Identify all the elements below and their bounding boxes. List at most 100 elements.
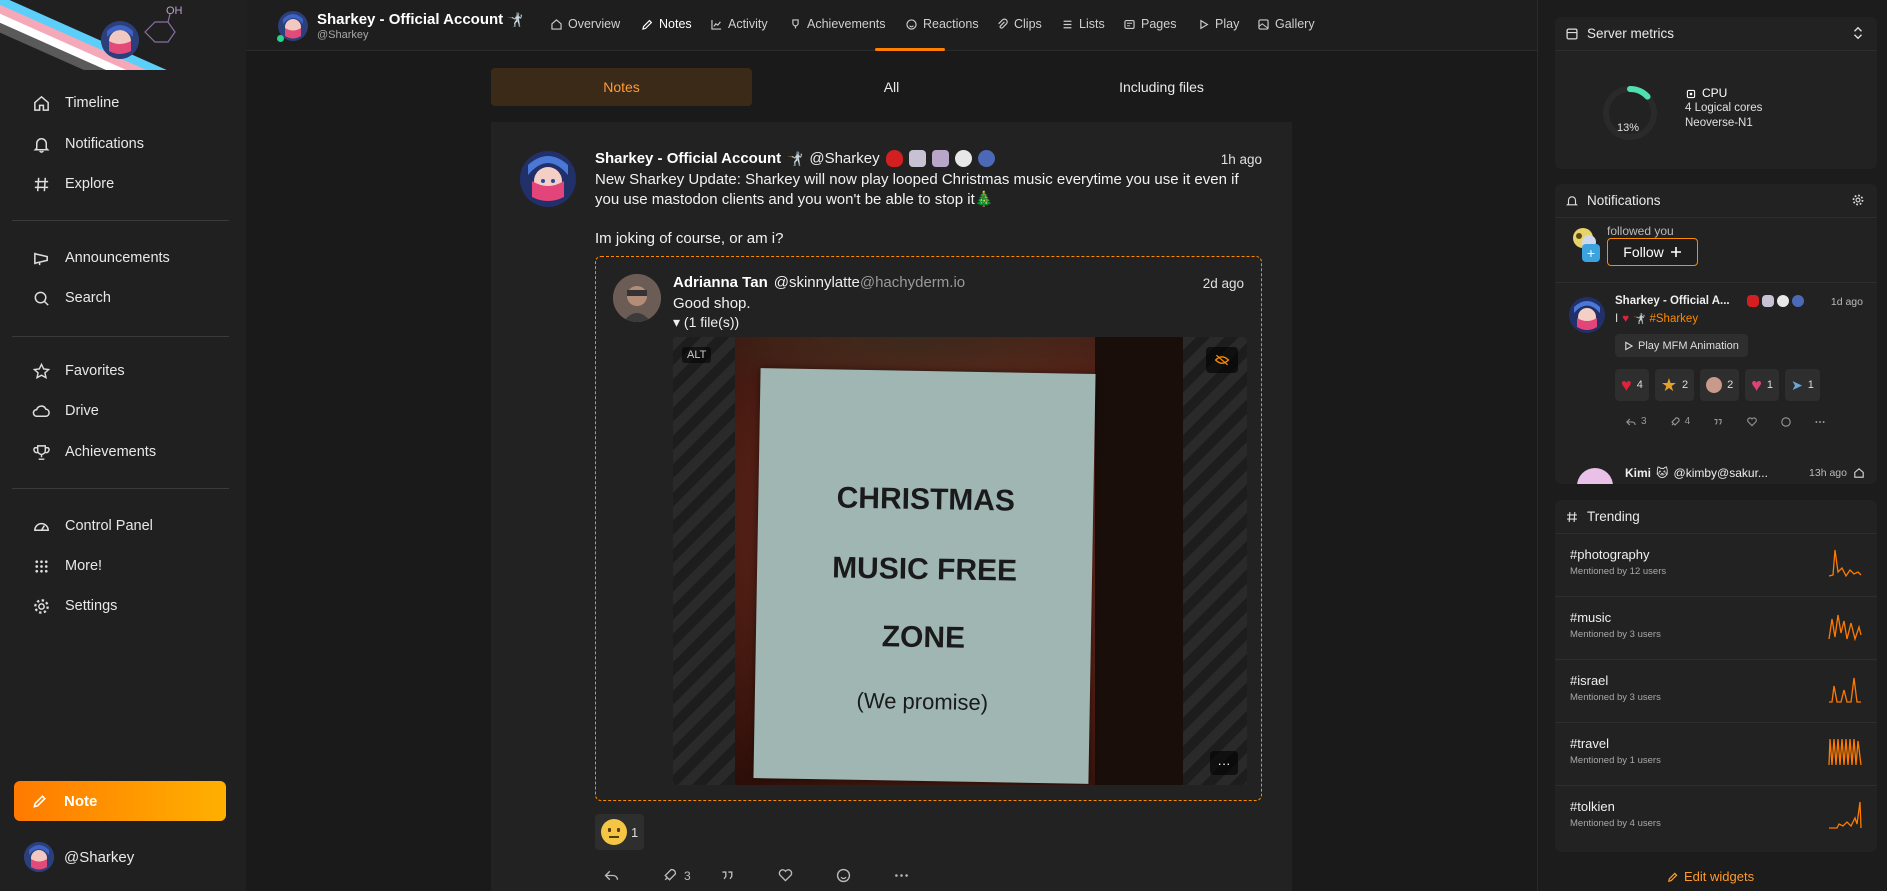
notification-mention[interactable]: Kimi 🐱 @kimby@sakur... 13h ago [1555, 464, 1877, 484]
author-name[interactable]: Sharkey - Official Account [595, 150, 781, 167]
reaction-chip[interactable]: ♥ 4 [1615, 369, 1649, 401]
neutral-face-emoji [601, 819, 627, 845]
quote-icon[interactable] [1712, 416, 1724, 428]
sidebar-item-label: Favorites [65, 363, 125, 379]
notification-follow[interactable]: + followed you Follow [1555, 218, 1877, 298]
reply-button[interactable] [603, 867, 639, 884]
reaction-chip[interactable]: ➤ 1 [1785, 369, 1820, 401]
sidebar-item-notifications[interactable]: Notifications [12, 127, 234, 161]
media-attachment[interactable]: CHRISTMAS MUSIC FREE ZONE (We promise) A… [673, 337, 1247, 785]
files-toggle[interactable]: ▾ (1 file(s)) [673, 314, 739, 331]
page-icon [1124, 19, 1135, 29]
quoted-note[interactable]: Adrianna Tan @skinnylatte@hachyderm.io 2… [595, 256, 1262, 801]
note-timestamp[interactable]: 2d ago [1203, 276, 1244, 291]
trend-item[interactable]: #music Mentioned by 3 users [1555, 597, 1877, 660]
follow-button[interactable]: Follow [1607, 238, 1698, 266]
avatar[interactable] [520, 151, 576, 207]
trend-tag[interactable]: #israel [1570, 673, 1608, 688]
note-text-continued: Im joking of course, or am i? [595, 230, 784, 247]
tab-activity[interactable]: Activity [710, 17, 768, 31]
tab-gallery[interactable]: Gallery [1257, 17, 1315, 31]
alt-text-badge[interactable]: ALT [682, 347, 712, 363]
reaction-chip[interactable]: ★ 2 [1654, 369, 1695, 401]
reaction-chip[interactable]: 2 [1700, 369, 1740, 401]
trend-item[interactable]: #travel Mentioned by 1 users [1555, 723, 1877, 786]
author-host: @hachyderm.io [859, 274, 966, 291]
more-options-button[interactable] [893, 867, 929, 884]
sidebar-item-control-panel[interactable]: Control Panel [12, 509, 234, 543]
renote-button[interactable]: 3 [661, 867, 697, 884]
reaction-chip[interactable]: ♥ 1 [1745, 369, 1780, 401]
quote-button[interactable] [719, 867, 755, 884]
author-name[interactable]: Adrianna Tan [673, 274, 768, 291]
sidebar-item-more[interactable]: More! [12, 549, 234, 583]
smile-icon[interactable] [1780, 416, 1792, 428]
chevron-up-down-icon[interactable] [1851, 26, 1865, 40]
pencil-icon [33, 795, 46, 808]
note-timestamp[interactable]: 1h ago [1221, 152, 1262, 167]
reaction-button[interactable]: 1 [595, 814, 645, 850]
sign-text: (We promise) [856, 687, 989, 716]
sidebar-item-label: Notifications [65, 136, 144, 152]
trend-item[interactable]: #tolkien Mentioned by 4 users [1555, 786, 1877, 849]
nav-divider [12, 336, 229, 337]
ellipsis-icon[interactable] [1814, 416, 1826, 428]
author-handle[interactable]: @skinnylatte [774, 274, 860, 291]
filter-all[interactable]: All [761, 68, 1022, 106]
gear-icon[interactable] [1851, 193, 1865, 207]
tab-clips[interactable]: Clips [996, 17, 1042, 31]
grid-dots-icon [35, 559, 48, 573]
reaction-count: 1 [631, 824, 639, 840]
instance-banner[interactable]: OH [0, 0, 246, 70]
tab-notes[interactable]: Notes [641, 17, 692, 31]
sidebar-item-announcements[interactable]: Announcements [12, 241, 234, 275]
renote-button[interactable]: 4 [1669, 416, 1690, 428]
hashtag-link[interactable]: #Sharkey [1649, 313, 1698, 325]
trend-item[interactable]: #israel Mentioned by 3 users [1555, 660, 1877, 723]
reply-icon [604, 870, 619, 881]
tab-pages[interactable]: Pages [1123, 17, 1176, 31]
sidebar-item-drive[interactable]: Drive [12, 394, 234, 428]
sidebar-item-settings[interactable]: Settings [12, 589, 234, 623]
sidebar-item-achievements[interactable]: Achievements [12, 435, 234, 469]
react-button[interactable] [835, 867, 871, 884]
author-handle[interactable]: @Sharkey [809, 150, 879, 167]
note-compose-button[interactable]: Note [14, 781, 226, 821]
trend-tag[interactable]: #travel [1570, 736, 1609, 751]
edit-widgets-link[interactable]: Edit widgets [1667, 869, 1754, 884]
sidebar-item-search[interactable]: Search [12, 281, 234, 315]
tab-reactions[interactable]: Reactions [905, 17, 979, 31]
sidebar-item-label: Drive [65, 403, 99, 419]
filter-including-files[interactable]: Including files [1031, 68, 1292, 106]
mfm-button-label: Play MFM Animation [1638, 339, 1739, 352]
trend-tag[interactable]: #photography [1570, 547, 1650, 562]
play-mfm-button[interactable]: Play MFM Animation [1615, 334, 1748, 357]
sidebar-item-favorites[interactable]: Favorites [12, 354, 234, 388]
trend-tag[interactable]: #music [1570, 610, 1611, 625]
trend-item[interactable]: #photography Mentioned by 12 users [1555, 534, 1877, 597]
hide-media-button[interactable] [1206, 347, 1238, 373]
sidebar-item-explore[interactable]: Explore [12, 167, 234, 201]
account-switcher[interactable]: @Sharkey [24, 842, 134, 872]
avatar[interactable] [613, 274, 661, 322]
active-tab-indicator [875, 48, 945, 51]
media-more-button[interactable]: ··· [1210, 751, 1238, 775]
pencil-icon [1667, 872, 1678, 882]
notification-note[interactable]: Sharkey - Official A... 1d ago I ♥ 🤺 #Sh… [1555, 289, 1877, 449]
sidebar-item-label: Announcements [65, 250, 170, 266]
notification-author[interactable]: Sharkey - Official A... [1615, 295, 1730, 307]
tab-overview[interactable]: Overview [550, 17, 620, 31]
plus-icon [1670, 247, 1681, 257]
tab-lists[interactable]: Lists [1061, 17, 1105, 31]
filter-notes[interactable]: Notes [491, 68, 752, 106]
cpu-icon [1686, 89, 1696, 98]
avatar [1577, 468, 1613, 484]
tab-achievements[interactable]: Achievements [789, 17, 886, 31]
sidebar-item-timeline[interactable]: Timeline [12, 86, 234, 120]
like-button[interactable] [777, 867, 813, 884]
trend-tag[interactable]: #tolkien [1570, 799, 1615, 814]
heart-icon[interactable] [1746, 416, 1758, 428]
pencil-icon [642, 19, 653, 30]
tab-play[interactable]: Play [1197, 17, 1239, 31]
reply-button[interactable]: 3 [1625, 416, 1647, 428]
